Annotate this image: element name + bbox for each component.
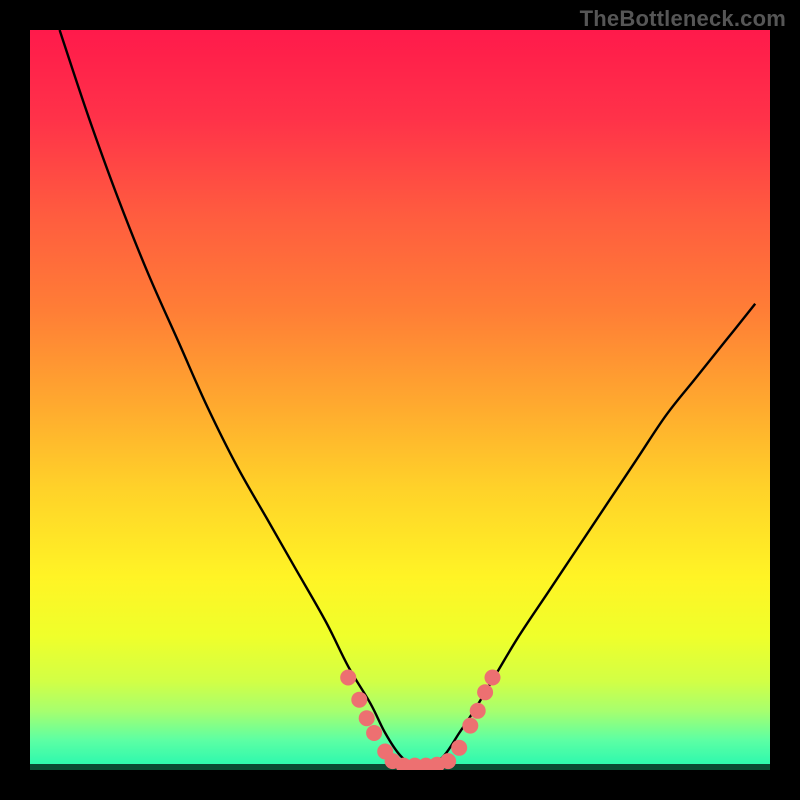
chart-frame: { "watermark": "TheBottleneck.com", "col…	[0, 0, 800, 800]
watermark-text: TheBottleneck.com	[580, 6, 786, 32]
marker-dot	[485, 670, 501, 686]
marker-dot	[451, 740, 467, 756]
bottleneck-chart	[0, 0, 800, 800]
marker-dot	[440, 753, 456, 769]
marker-dot	[462, 718, 478, 734]
marker-dot	[477, 684, 493, 700]
marker-dot	[366, 725, 382, 741]
marker-dot	[351, 692, 367, 708]
plot-background	[30, 30, 770, 770]
marker-dot	[340, 670, 356, 686]
marker-dot	[359, 710, 375, 726]
marker-dot	[470, 703, 486, 719]
